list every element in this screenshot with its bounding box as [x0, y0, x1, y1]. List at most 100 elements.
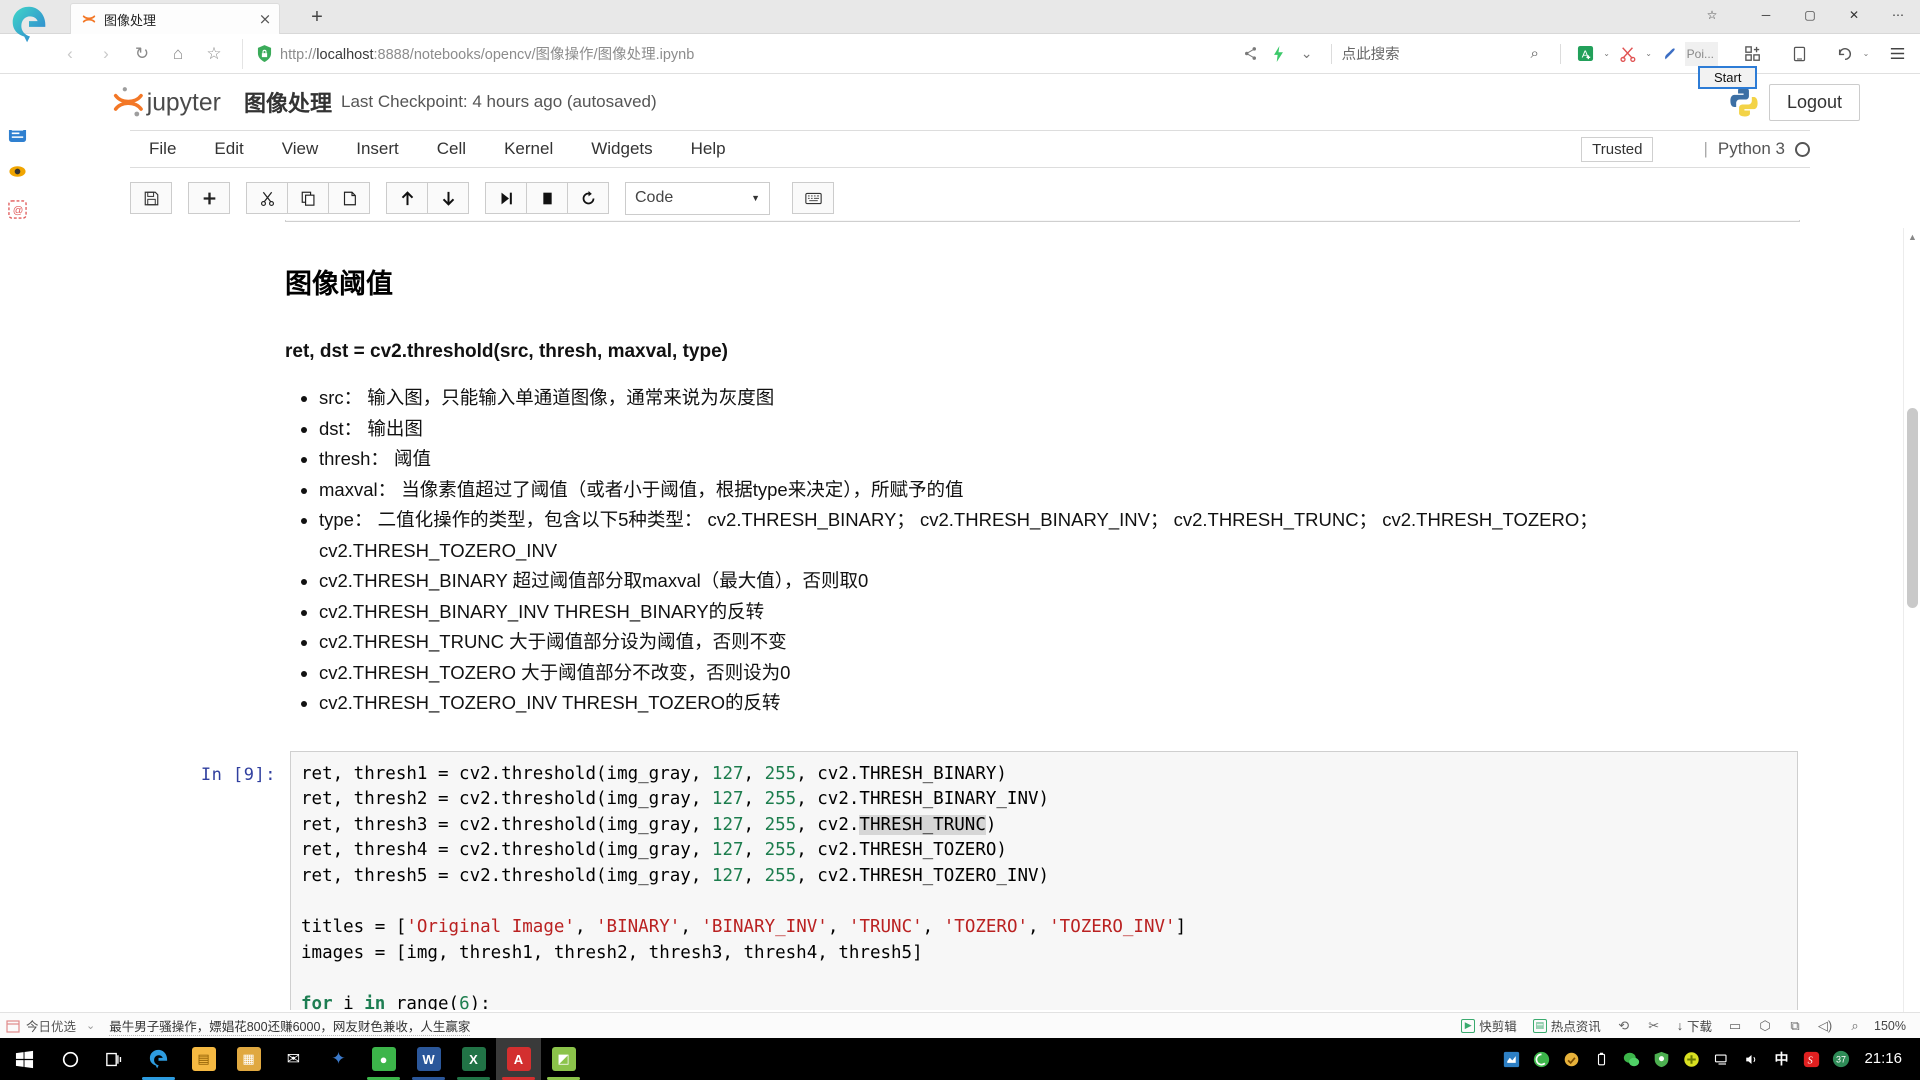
notebook-body[interactable]: cv2.destroyAllWindows() 图像阈值 ret, dst = …: [130, 220, 1810, 1010]
taskbar-app-photos[interactable]: ◩: [541, 1038, 586, 1080]
browser-mode-icon[interactable]: ⬡: [1752, 1018, 1778, 1034]
capture-icon[interactable]: ✂: [1641, 1018, 1667, 1034]
window-close-button[interactable]: ✕: [1832, 0, 1876, 30]
history-caret-icon[interactable]: ⌄: [1860, 49, 1872, 58]
tray-icon-notification-count[interactable]: 37: [1826, 1038, 1856, 1080]
menu-help[interactable]: Help: [672, 131, 745, 167]
chevron-down-icon[interactable]: ⌄: [1293, 39, 1321, 69]
zoom-level-label[interactable]: 150%: [1872, 1019, 1914, 1033]
cut-icon[interactable]: [246, 182, 288, 214]
menu-insert[interactable]: Insert: [337, 131, 418, 167]
code-cell[interactable]: In [9]: ret, thresh1 = cv2.threshold(img…: [130, 750, 1798, 1010]
search-hint-label[interactable]: 点此搜索: [1342, 43, 1400, 64]
tray-icon-wechat[interactable]: [1616, 1038, 1646, 1080]
tray-icon-sogou[interactable]: S: [1796, 1038, 1826, 1080]
menu-widgets[interactable]: Widgets: [572, 131, 671, 167]
tray-icon-app-yellow[interactable]: [1556, 1038, 1586, 1080]
menu-file[interactable]: File: [130, 131, 195, 167]
cortana-search-icon[interactable]: [48, 1038, 92, 1080]
rail-eye-icon[interactable]: [2, 154, 32, 188]
start-button[interactable]: [0, 1038, 48, 1080]
save-icon[interactable]: [130, 182, 172, 214]
task-view-icon[interactable]: [92, 1038, 136, 1080]
scrollbar-thumb[interactable]: [1907, 408, 1918, 608]
browser-tab[interactable]: 图像处理 ×: [70, 3, 280, 34]
menu-kernel[interactable]: Kernel: [485, 131, 572, 167]
taskbar-app-mail[interactable]: ✉: [271, 1038, 316, 1080]
scissors-caret-icon[interactable]: ⌄: [1643, 49, 1655, 58]
taskbar-app-pdf-reader[interactable]: A: [496, 1038, 541, 1080]
taskbar-app-word[interactable]: W: [406, 1038, 451, 1080]
command-palette-icon[interactable]: [792, 182, 834, 214]
window-minimize-button[interactable]: ─: [1744, 0, 1788, 30]
restart-kernel-icon[interactable]: [567, 182, 609, 214]
tray-icon-network[interactable]: [1706, 1038, 1736, 1080]
markdown-cell[interactable]: 图像阈值 ret, dst = cv2.threshold(src, thres…: [130, 222, 1810, 729]
tray-icon-plus[interactable]: [1676, 1038, 1706, 1080]
code-editor[interactable]: ret, thresh1 = cv2.threshold(img_gray, 1…: [290, 750, 1798, 1010]
tab-close-icon[interactable]: ×: [257, 11, 273, 27]
window-favorites-icon[interactable]: ☆: [1690, 0, 1734, 30]
hot-news-button[interactable]: ▤ 热点资讯: [1527, 1016, 1607, 1035]
tray-icon-volume[interactable]: [1736, 1038, 1766, 1080]
tray-icon-blue-app[interactable]: [1496, 1038, 1526, 1080]
taskbar-app-file-explorer[interactable]: ▤: [181, 1038, 226, 1080]
tray-icon-security[interactable]: [1646, 1038, 1676, 1080]
collections-icon[interactable]: [1738, 39, 1768, 69]
move-cell-up-icon[interactable]: [386, 182, 428, 214]
scissors-icon[interactable]: [1613, 39, 1643, 69]
volume-icon[interactable]: ◁): [1812, 1018, 1838, 1034]
tray-icon-usb[interactable]: [1586, 1038, 1616, 1080]
window-maximize-button[interactable]: ▢: [1788, 0, 1832, 30]
reading-view-icon[interactable]: [1784, 39, 1814, 69]
taskbar-app-foxmail[interactable]: ✦: [316, 1038, 361, 1080]
window-split-icon[interactable]: ▭: [1722, 1018, 1748, 1034]
interrupt-kernel-icon[interactable]: [526, 182, 568, 214]
menu-view[interactable]: View: [263, 131, 338, 167]
browser-menu-icon[interactable]: [1882, 39, 1912, 69]
tray-icon-green-browser[interactable]: [1526, 1038, 1556, 1080]
news-brand[interactable]: 今日优选: [6, 1016, 76, 1035]
tray-icon-ime[interactable]: 中: [1766, 1038, 1796, 1080]
share-icon[interactable]: [1237, 39, 1265, 69]
url-bar[interactable]: http://localhost:8888/notebooks/opencv/图…: [242, 38, 1231, 69]
run-cell-icon[interactable]: [485, 182, 527, 214]
page-scrollbar[interactable]: ▲ ▼: [1903, 228, 1920, 1038]
paste-icon[interactable]: [328, 182, 370, 214]
menu-edit[interactable]: Edit: [195, 131, 262, 167]
back-button[interactable]: ‹: [52, 36, 88, 72]
history-back-icon[interactable]: [1830, 39, 1860, 69]
scroll-up-arrow-icon[interactable]: ▲: [1904, 228, 1920, 245]
download-button[interactable]: ↓ 下载: [1671, 1016, 1718, 1035]
search-icon[interactable]: ⌕: [1520, 39, 1550, 69]
pen-extension-icon[interactable]: [1655, 39, 1685, 69]
cell-type-select[interactable]: Code ▼: [625, 181, 770, 215]
quick-clip-button[interactable]: ▶ 快剪辑: [1455, 1016, 1523, 1035]
taskbar-app-excel[interactable]: X: [451, 1038, 496, 1080]
insert-cell-below-icon[interactable]: [188, 182, 230, 214]
reload-button[interactable]: ↻: [124, 36, 160, 72]
news-chevron-icon[interactable]: ⌄: [86, 1019, 95, 1032]
forward-button[interactable]: ›: [88, 36, 124, 72]
logout-button[interactable]: Logout: [1768, 83, 1860, 121]
trusted-badge[interactable]: Trusted: [1581, 136, 1654, 162]
home-button[interactable]: ⌂: [160, 36, 196, 72]
flash-icon[interactable]: [1265, 39, 1293, 69]
window-copy-icon[interactable]: ⧉: [1782, 1018, 1808, 1034]
taskbar-app-store[interactable]: ▦: [226, 1038, 271, 1080]
move-cell-down-icon[interactable]: [427, 182, 469, 214]
taskbar-clock[interactable]: 21:16: [1856, 1038, 1914, 1080]
translate-caret-icon[interactable]: ⌄: [1601, 49, 1613, 58]
favorite-star-icon[interactable]: ☆: [196, 36, 232, 72]
refresh-icon[interactable]: ⟲: [1611, 1018, 1637, 1034]
menu-cell[interactable]: Cell: [418, 131, 485, 167]
find-icon[interactable]: ⌕: [1842, 1018, 1868, 1034]
news-headline-link[interactable]: 最牛男子骚操作，嫖娼花800还赚6000，网友财色兼收，人生赢家: [109, 1016, 471, 1036]
copy-icon[interactable]: [287, 182, 329, 214]
translate-extension-icon[interactable]: A: [1571, 39, 1601, 69]
new-tab-button[interactable]: +: [305, 6, 329, 30]
window-more-icon[interactable]: ⋯: [1876, 0, 1920, 30]
rail-at-icon[interactable]: @: [2, 192, 32, 226]
extension-chip[interactable]: Poi...: [1684, 41, 1718, 66]
taskbar-app-browser-green[interactable]: ●: [361, 1038, 406, 1080]
